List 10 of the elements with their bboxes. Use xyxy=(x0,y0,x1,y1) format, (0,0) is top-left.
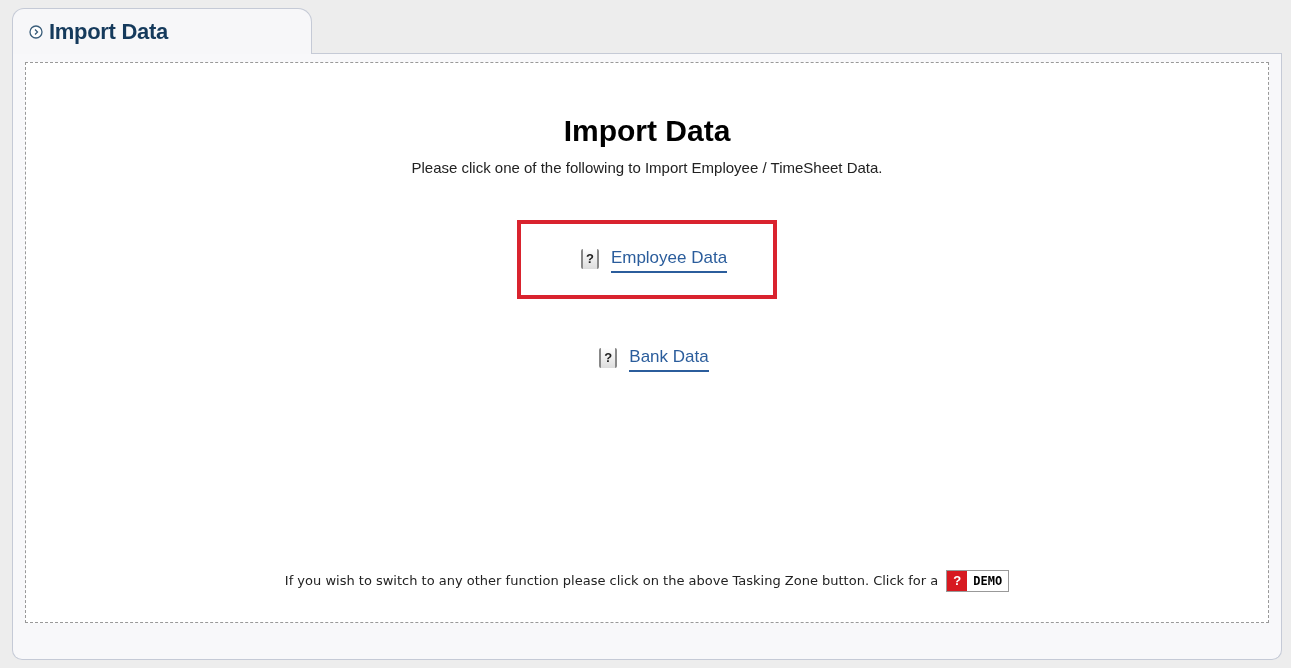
demo-button[interactable]: ? DEMO xyxy=(946,570,1010,592)
import-link[interactable]: Employee Data xyxy=(610,244,728,274)
import-link[interactable]: Bank Data xyxy=(629,343,709,373)
help-icon[interactable]: ? xyxy=(599,348,618,368)
instruction-text: Please click one of the following to Import Employee / TimeSheet Data. xyxy=(411,158,883,178)
chevron-circle-icon xyxy=(29,24,43,39)
help-icon[interactable]: ? xyxy=(580,249,599,269)
panel-title: Import Data xyxy=(49,18,168,46)
page-heading: Import Data xyxy=(563,113,731,149)
footer-text: If you wish to switch to any other function please click on the above Tasking Zone button. Click for a xyxy=(284,572,939,591)
